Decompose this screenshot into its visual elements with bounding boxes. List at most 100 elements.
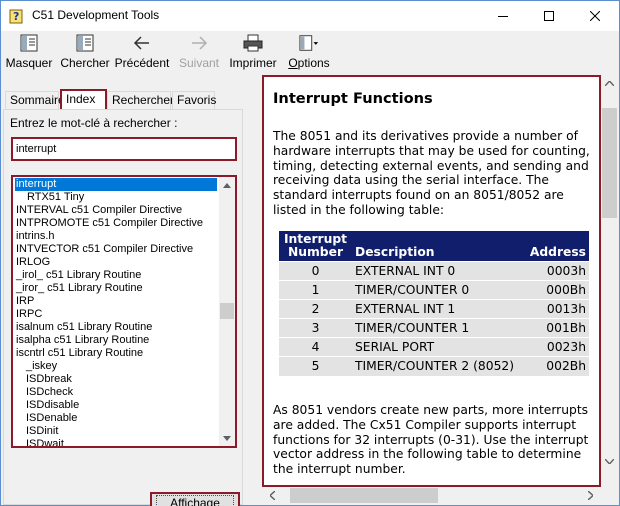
table-row: 4 SERIAL PORT 0023h [279,337,589,357]
svg-text:?: ? [13,10,19,23]
table-row: 5 TIMER/COUNTER 2 (8052) 002Bh [279,356,589,376]
forward-button[interactable]: Suivant [177,33,221,71]
table-row: 2 EXTERNAL INT 1 0013h [279,299,589,319]
cell-interrupt-number: 3 [279,318,352,338]
cell-interrupt-number: 0 [279,261,352,281]
options-label-text: ptions [297,56,330,70]
cell-description: SERIAL PORT [352,337,519,357]
cell-address: 0003h [519,261,589,281]
keyword-list-item[interactable]: ISDenable [26,412,77,425]
topic-intro: The 8051 and its derivatives provide a n… [273,129,590,217]
cell-description: TIMER/COUNTER 2 (8052) [352,356,519,376]
cell-address: 001Bh [519,318,589,338]
table-row: 3 TIMER/COUNTER 1 001Bh [279,318,589,338]
keyword-list-item[interactable]: IRLOG [16,256,50,269]
cell-address: 000Bh [519,280,589,300]
keyword-list-item[interactable]: iscntrl c51 Library Routine [16,347,143,360]
maximize-button[interactable] [526,1,572,31]
table-row: 1 TIMER/COUNTER 0 000Bh [279,280,589,300]
keyword-list-item[interactable]: _iskey [26,360,57,373]
interrupt-table-body: 0 EXTERNAL INT 0 0003h 1 TIMER/COUNTER 0 000B… [279,261,589,376]
header-interrupt-number-text: Interrupt Number [283,232,348,259]
topic-horizontal-scrollbar[interactable] [264,487,601,504]
keyword-list[interactable]: interrupt RTX51 Tiny INTERVAL c51 Compiler… [11,175,237,448]
keyword-list-item[interactable]: ISDcheck [26,386,73,399]
scroll-up-icon[interactable] [219,177,235,193]
keyword-list-item[interactable]: _iror_ c51 Library Routine [16,282,143,295]
pane-splitter[interactable] [247,75,262,505]
keyword-input[interactable]: interrupt [11,137,237,161]
cell-address: 0023h [519,337,589,357]
table-row: 0 EXTERNAL INT 0 0003h [279,261,589,281]
forward-label: Suivant [178,56,220,70]
keyword-list-item[interactable]: INTPROMOTE c51 Compiler Directive [16,217,203,230]
topic-scroll-down-icon[interactable] [601,453,618,470]
keyword-list-item[interactable]: INTERVAL c51 Compiler Directive [16,204,182,217]
print-label: Imprimer [229,56,277,70]
keyword-list-item[interactable]: ISDwait [26,438,64,446]
keyword-list-scroll-thumb[interactable] [220,303,234,319]
topic-pane: Interrupt Functions The 8051 and its der… [262,75,601,487]
hide-pane-icon [19,33,39,53]
search-pane-icon [75,33,95,53]
topic-scroll-right-icon[interactable] [582,487,599,504]
topic-scroll-left-icon[interactable] [264,487,281,504]
toolbar: Masquer Chercher Précédent Suivant Impri… [1,31,619,73]
print-button[interactable]: Imprimer [229,33,277,71]
display-button[interactable]: Affichage [150,492,240,506]
cell-interrupt-number: 2 [279,299,352,319]
keyword-list-item[interactable]: ISDinit [26,425,58,438]
navigation-pane: Sommaire Index Rechercher Favoris Entrez… [1,75,247,506]
close-button[interactable] [572,1,618,31]
cell-description: EXTERNAL INT 0 [352,261,519,281]
search-button[interactable]: Chercher [60,33,110,71]
back-arrow-icon [132,33,152,53]
hide-button[interactable]: Masquer [5,33,53,71]
help-app-icon: ? [9,8,25,24]
cell-interrupt-number: 1 [279,280,352,300]
keyword-list-item[interactable]: isalnum c51 Library Routine [16,321,152,334]
table-header-row: Interrupt Number Description Address [279,231,589,262]
keyword-list-item[interactable]: IRP [16,295,34,308]
back-button[interactable]: Précédent [115,33,169,71]
topic-title: Interrupt Functions [273,90,433,107]
tab-search[interactable]: Rechercher [107,91,174,109]
topic-vertical-scrollbar[interactable] [601,75,618,470]
cell-address: 0013h [519,299,589,319]
cell-description: TIMER/COUNTER 1 [352,318,519,338]
forward-arrow-icon [189,33,209,53]
keyword-list-item[interactable]: ISDbreak [26,373,72,386]
scroll-down-icon[interactable] [219,430,235,446]
help-window: ? C51 Development Tools Masquer Chercher [0,0,620,506]
search-label: Chercher [60,56,110,70]
tab-contents[interactable]: Sommaire [5,91,65,109]
keyword-list-item[interactable]: intrins.h [16,230,55,243]
keyword-list-item[interactable]: isalpha c51 Library Routine [16,334,149,347]
minimize-button[interactable] [480,1,526,31]
options-mnemonic: O [288,56,298,70]
keyword-list-scrollbar[interactable] [219,177,235,446]
keyword-list-item[interactable]: IRPC [16,308,42,321]
tab-strip: Sommaire Index Rechercher Favoris [5,89,245,110]
keyword-list-item[interactable]: interrupt [15,178,217,191]
keyword-list-item[interactable]: INTVECTOR c51 Compiler Directive [16,243,193,256]
tab-favorites[interactable]: Favoris [172,91,216,109]
header-interrupt-number: Interrupt Number [279,231,352,262]
keyword-list-item[interactable]: _irol_ c51 Library Routine [16,269,141,282]
topic-scroll-up-icon[interactable] [601,75,618,92]
topic-vertical-scroll-thumb[interactable] [602,108,617,218]
hide-label: Masquer [5,56,53,70]
options-button[interactable]: Options [287,33,331,71]
topic-horizontal-scroll-thumb[interactable] [290,488,438,503]
keyword-list-item[interactable]: RTX51 Tiny [27,191,84,204]
back-label: Précédent [114,56,170,70]
tab-index[interactable]: Index [60,89,107,110]
keyword-list-item[interactable]: ISDdisable [26,399,79,412]
options-menu-icon [299,33,319,53]
topic-outro: As 8051 vendors create new parts, more i… [273,403,589,477]
header-address: Address [519,231,589,262]
keyword-prompt: Entrez le mot-clé à rechercher : [10,116,178,130]
interrupt-table: Interrupt Number Description Address 0 EX… [279,231,589,376]
cell-description: EXTERNAL INT 1 [352,299,519,319]
header-description: Description [352,231,519,262]
